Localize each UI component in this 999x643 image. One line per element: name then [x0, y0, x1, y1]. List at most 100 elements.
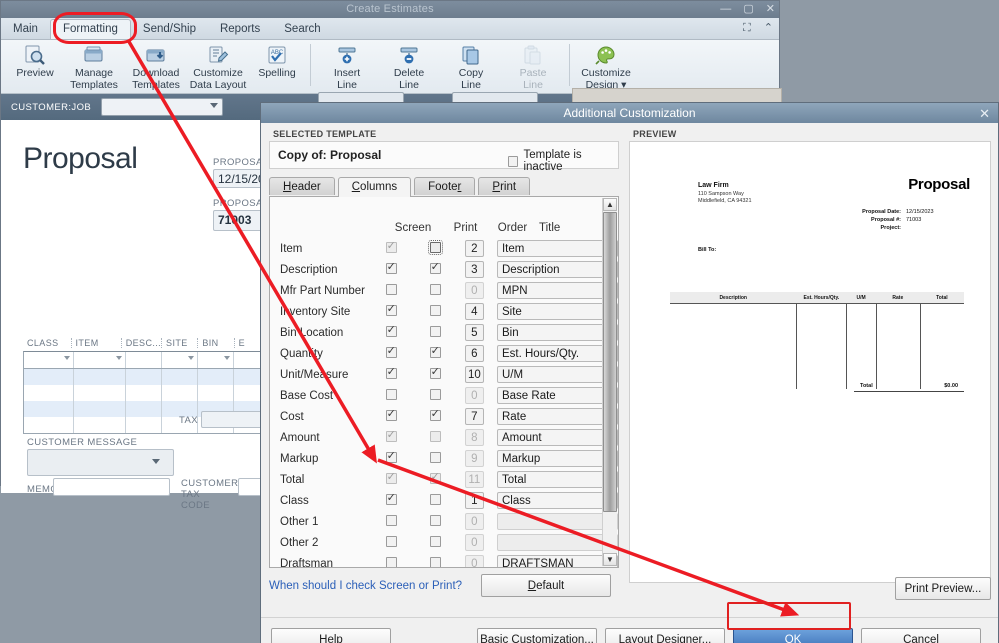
print-checkbox[interactable]: [429, 493, 441, 505]
title-input[interactable]: Bin: [496, 324, 618, 341]
grid-cell-desc[interactable]: [126, 352, 162, 368]
ribbon-button-manage-templates[interactable]: Manage Templates: [63, 40, 125, 91]
ribbon-tab-main[interactable]: Main: [1, 19, 50, 38]
screen-checkbox[interactable]: [385, 324, 397, 337]
screen-checkbox[interactable]: [385, 261, 397, 274]
memo-field[interactable]: [53, 478, 170, 496]
minimize-icon[interactable]: —: [720, 3, 731, 15]
screen-checkbox[interactable]: [385, 388, 397, 400]
title-input[interactable]: Site: [496, 303, 618, 320]
dialog-tab-header[interactable]: Header: [269, 177, 335, 195]
print-checkbox[interactable]: [429, 430, 441, 442]
order-input[interactable]: 10: [464, 366, 484, 383]
ribbon-button-spelling[interactable]: ABC Spelling: [249, 40, 305, 80]
title-input[interactable]: Class: [496, 492, 618, 509]
title-input[interactable]: [496, 513, 618, 530]
close-icon[interactable]: ✕: [979, 104, 990, 124]
ribbon-button-insert-line[interactable]: Insert Line: [316, 40, 378, 91]
order-input[interactable]: 0: [464, 555, 484, 567]
customer-job-combobox[interactable]: [101, 98, 224, 116]
order-input[interactable]: 0: [464, 282, 484, 299]
title-input[interactable]: Item: [496, 240, 618, 257]
ribbon-tab-search[interactable]: Search: [272, 19, 332, 38]
help-button[interactable]: Help: [271, 628, 391, 643]
print-checkbox[interactable]: [427, 239, 443, 255]
order-input[interactable]: 5: [464, 324, 484, 341]
tax-field[interactable]: [201, 411, 263, 428]
title-input[interactable]: Total: [496, 471, 618, 488]
scroll-up-icon[interactable]: ▲: [603, 198, 617, 211]
dialog-tab-print[interactable]: Print: [478, 177, 531, 195]
scrollbar-thumb[interactable]: [603, 212, 617, 512]
template-inactive-checkbox[interactable]: [508, 155, 519, 167]
print-checkbox[interactable]: [429, 408, 441, 421]
window-controls[interactable]: — ▢ ✕: [711, 2, 775, 15]
print-preview-button[interactable]: Print Preview...: [895, 577, 991, 600]
title-input[interactable]: Description: [496, 261, 618, 278]
print-checkbox[interactable]: [429, 451, 441, 463]
order-input[interactable]: 6: [464, 345, 484, 362]
order-input[interactable]: 1: [464, 492, 484, 509]
ok-button[interactable]: OK: [733, 628, 853, 643]
maximize-icon[interactable]: ▢: [743, 3, 753, 15]
screen-checkbox[interactable]: [385, 240, 397, 253]
title-input[interactable]: MPN: [496, 282, 618, 299]
print-checkbox[interactable]: [429, 304, 441, 316]
ribbon-button-delete-line[interactable]: Delete Line: [378, 40, 440, 91]
screen-checkbox[interactable]: [385, 408, 397, 421]
screen-checkbox[interactable]: [385, 535, 397, 547]
print-checkbox[interactable]: [429, 535, 441, 547]
basic-customization-button[interactable]: Basic Customization...: [477, 628, 597, 643]
title-input[interactable]: Markup: [496, 450, 618, 467]
grid-cell-item[interactable]: [74, 352, 126, 368]
print-checkbox[interactable]: [429, 325, 441, 337]
title-input[interactable]: U/M: [496, 366, 618, 383]
order-input[interactable]: 3: [464, 261, 484, 278]
dialog-tab-footer[interactable]: Footer: [414, 177, 476, 195]
grid-cell-bin[interactable]: [198, 352, 234, 368]
screen-print-help-link[interactable]: When should I check Screen or Print?: [269, 580, 481, 592]
print-checkbox[interactable]: [429, 514, 441, 526]
dialog-tab-columns[interactable]: Columns: [337, 177, 412, 197]
line-items-grid-entry-row[interactable]: [24, 352, 271, 369]
screen-checkbox[interactable]: [385, 514, 397, 526]
order-input[interactable]: 11: [464, 471, 484, 488]
ribbon-tab-right-icons[interactable]: ⛶ ⌃: [733, 21, 773, 35]
screen-checkbox[interactable]: [385, 429, 397, 442]
title-input[interactable]: Est. Hours/Qty.: [496, 345, 618, 362]
screen-checkbox[interactable]: [385, 303, 397, 316]
ribbon-button-customize-data-layout[interactable]: Customize Data Layout: [187, 40, 249, 91]
print-checkbox[interactable]: [429, 388, 441, 400]
title-input[interactable]: DRAFTSMAN: [496, 555, 618, 567]
grid-cell-class[interactable]: [24, 352, 74, 368]
order-input[interactable]: 4: [464, 303, 484, 320]
expand-icon[interactable]: ⛶: [743, 22, 751, 34]
order-input[interactable]: 2: [464, 240, 484, 257]
table-row[interactable]: [24, 369, 271, 385]
order-input[interactable]: 0: [464, 513, 484, 530]
screen-checkbox[interactable]: [385, 471, 397, 484]
title-input[interactable]: [496, 534, 618, 551]
grid-cell-site[interactable]: [162, 352, 198, 368]
title-input[interactable]: Base Rate: [496, 387, 618, 404]
print-checkbox[interactable]: [429, 261, 441, 274]
screen-checkbox[interactable]: [385, 450, 397, 463]
screen-checkbox[interactable]: [385, 366, 397, 379]
ribbon-button-preview[interactable]: Preview: [7, 40, 63, 80]
print-checkbox[interactable]: [429, 283, 441, 295]
screen-checkbox[interactable]: [385, 345, 397, 358]
print-checkbox[interactable]: [429, 366, 441, 379]
ribbon-tab-send-ship[interactable]: Send/Ship: [131, 19, 208, 38]
screen-checkbox[interactable]: [385, 492, 397, 505]
customer-message-combobox[interactable]: [27, 449, 174, 476]
title-input[interactable]: Amount: [496, 429, 618, 446]
collapse-icon[interactable]: ⌃: [764, 22, 773, 34]
ribbon-button-customize-design-[interactable]: Customize Design ▾: [575, 40, 637, 91]
default-button[interactable]: Default: [481, 574, 611, 597]
screen-checkbox[interactable]: [385, 556, 397, 567]
table-row[interactable]: [24, 385, 271, 401]
cancel-button[interactable]: Cancel: [861, 628, 981, 643]
ribbon-button-copy-line[interactable]: Copy Line: [440, 40, 502, 91]
close-icon[interactable]: ✕: [766, 3, 775, 15]
order-input[interactable]: 0: [464, 387, 484, 404]
